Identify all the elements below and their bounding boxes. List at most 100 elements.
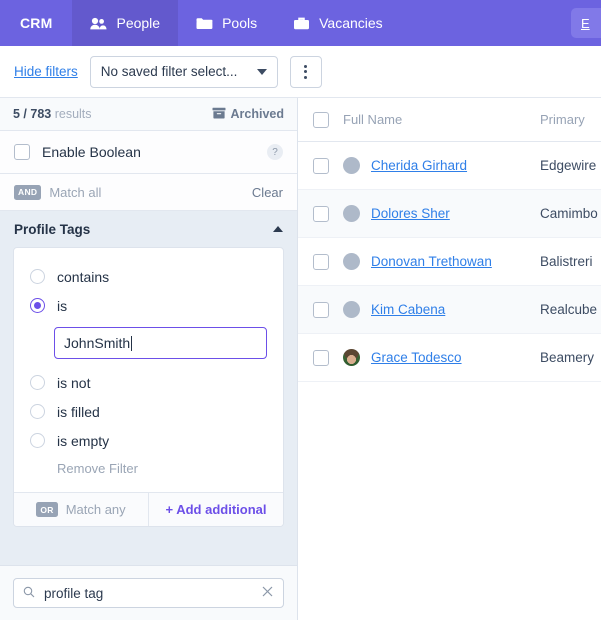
avatar	[343, 253, 360, 270]
results-count-word: results	[54, 107, 92, 121]
archive-icon	[212, 107, 226, 122]
filter-option-is-filled-label: is filled	[57, 403, 100, 420]
row-select-cell[interactable]	[298, 253, 343, 270]
table-row[interactable]: Donovan Trethowan Balistreri	[298, 238, 601, 286]
filter-options-menu-button[interactable]	[289, 55, 322, 88]
more-vertical-icon-dot	[304, 70, 308, 73]
row-checkbox[interactable]	[312, 349, 329, 366]
row-checkbox[interactable]	[312, 301, 329, 318]
radio-icon[interactable]	[30, 433, 45, 448]
nav-tab-pools-label: Pools	[222, 15, 258, 31]
match-all-control[interactable]: AND Match all	[14, 184, 102, 200]
row-checkbox[interactable]	[312, 205, 329, 222]
filter-search-box[interactable]: profile tag	[13, 578, 284, 608]
search-icon	[23, 586, 35, 601]
table-row[interactable]: Dolores Sher Camimbo	[298, 190, 601, 238]
row-name-link[interactable]: Dolores Sher	[371, 206, 450, 221]
row-name-cell: Kim Cabena	[343, 301, 540, 318]
top-navigation-bar: CRM People Pools Vacancies E	[0, 0, 601, 46]
profile-tags-filter-wrap: contains is JohnSmith is not is filled i…	[0, 247, 297, 537]
match-any-button[interactable]: OR Match any	[14, 493, 149, 526]
match-all-label: Match all	[49, 184, 102, 200]
folder-icon	[196, 17, 213, 30]
archived-toggle[interactable]: Archived	[212, 107, 285, 122]
results-summary-row: 5 / 783 results Archived	[0, 98, 297, 131]
row-primary-cell: Realcube	[540, 302, 598, 317]
radio-icon[interactable]	[30, 375, 45, 390]
row-select-cell[interactable]	[298, 301, 343, 318]
enable-boolean-control[interactable]: Enable Boolean	[14, 144, 141, 160]
row-name-cell: Cherida Girhard	[343, 157, 540, 174]
radio-icon[interactable]	[30, 404, 45, 419]
row-select-cell[interactable]	[298, 157, 343, 174]
column-header-full-name[interactable]: Full Name	[343, 112, 540, 127]
saved-filter-value: No saved filter select...	[100, 64, 238, 79]
row-checkbox[interactable]	[312, 253, 329, 270]
select-all-cell[interactable]	[298, 111, 343, 128]
nav-tab-vacancies[interactable]: Vacancies	[275, 0, 401, 46]
row-name-link[interactable]: Kim Cabena	[371, 302, 445, 317]
avatar	[343, 157, 360, 174]
results-count-value: 5 / 783	[13, 107, 52, 121]
chevron-down-icon	[256, 68, 267, 75]
profile-tags-section-header[interactable]: Profile Tags	[0, 211, 297, 247]
sidebar-spacer	[0, 537, 297, 565]
row-name-link[interactable]: Cherida Girhard	[371, 158, 467, 173]
enable-boolean-row: Enable Boolean ?	[0, 131, 297, 174]
row-primary-cell: Edgewire	[540, 158, 597, 173]
table-row[interactable]: Grace Todesco Beamery	[298, 334, 601, 382]
hide-filters-link[interactable]: Hide filters	[14, 64, 78, 79]
row-name-cell: Grace Todesco	[343, 349, 540, 366]
filter-option-is-not[interactable]: is not	[30, 368, 267, 397]
chevron-up-icon[interactable]	[273, 226, 283, 232]
archived-label: Archived	[230, 107, 285, 121]
row-primary-cell: Camimbo	[540, 206, 598, 221]
or-badge: OR	[36, 502, 58, 517]
select-all-checkbox[interactable]	[312, 111, 329, 128]
clear-filters-link[interactable]: Clear	[252, 185, 283, 200]
table-row[interactable]: Cherida Girhard Edgewire	[298, 142, 601, 190]
results-table: Full Name Primary Cherida Girhard Edgewi…	[298, 98, 601, 620]
filter-search-wrap: profile tag	[0, 565, 297, 620]
nav-tab-pools[interactable]: Pools	[178, 0, 275, 46]
row-checkbox[interactable]	[312, 157, 329, 174]
row-select-cell[interactable]	[298, 205, 343, 222]
text-cursor	[131, 335, 133, 351]
avatar	[343, 349, 360, 366]
table-row[interactable]: Kim Cabena Realcube	[298, 286, 601, 334]
saved-filter-select[interactable]: No saved filter select...	[89, 55, 278, 88]
radio-icon[interactable]	[30, 269, 45, 284]
row-name-cell: Dolores Sher	[343, 205, 540, 222]
people-icon	[90, 17, 107, 30]
profile-tags-title: Profile Tags	[14, 221, 91, 237]
filter-option-is-empty[interactable]: is empty	[30, 426, 267, 455]
enable-boolean-checkbox[interactable]	[14, 144, 30, 160]
row-name-link[interactable]: Donovan Trethowan	[371, 254, 492, 269]
results-count: 5 / 783 results	[13, 107, 92, 121]
more-vertical-icon-dot	[304, 64, 308, 68]
radio-selected-icon[interactable]	[30, 298, 45, 313]
close-icon[interactable]	[261, 585, 274, 602]
top-right-action-label: E	[581, 15, 590, 31]
top-right-action-button[interactable]: E	[571, 8, 601, 38]
nav-tab-vacancies-label: Vacancies	[319, 15, 383, 31]
nav-tab-people-label: People	[116, 15, 161, 31]
and-badge: AND	[14, 184, 42, 200]
row-select-cell[interactable]	[298, 349, 343, 366]
filter-option-is-filled[interactable]: is filled	[30, 397, 267, 426]
filter-option-is[interactable]: is	[30, 291, 267, 320]
filter-option-contains[interactable]: contains	[30, 262, 267, 291]
add-additional-button[interactable]: + Add additional	[149, 493, 283, 526]
filter-toolbar: Hide filters No saved filter select...	[0, 46, 601, 98]
help-icon[interactable]: ?	[267, 144, 283, 160]
column-header-primary[interactable]: Primary	[540, 112, 601, 127]
main-split: 5 / 783 results Archived Enable Boolean …	[0, 98, 601, 620]
nav-tab-people[interactable]: People	[72, 0, 179, 46]
remove-filter-link[interactable]: Remove Filter	[30, 455, 267, 484]
filter-card-footer: OR Match any + Add additional	[14, 492, 283, 526]
profile-tag-value-input[interactable]: JohnSmith	[54, 327, 267, 359]
match-any-label: Match any	[65, 502, 126, 517]
row-name-link[interactable]: Grace Todesco	[371, 350, 462, 365]
filter-options-list: contains is JohnSmith is not is filled i…	[14, 248, 283, 492]
row-name-cell: Donovan Trethowan	[343, 253, 540, 270]
